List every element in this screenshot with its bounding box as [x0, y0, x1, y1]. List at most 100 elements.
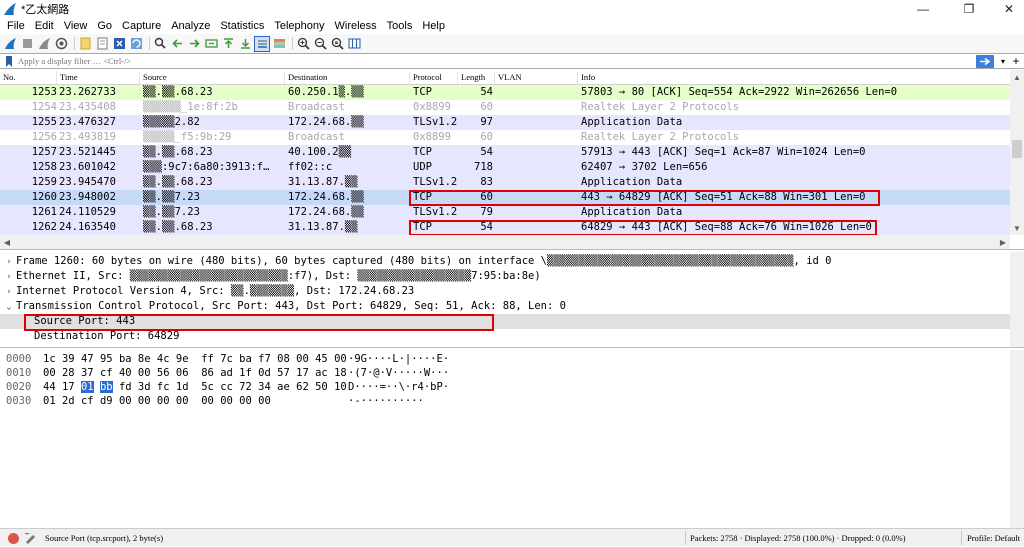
hex-byte[interactable]: 00: [334, 353, 347, 365]
hex-byte[interactable]: 00: [176, 395, 189, 407]
hex-byte[interactable]: 40: [119, 367, 132, 379]
hex-bytes[interactable]: 44 17 01 bb fd 3d fc 1d 5c cc 72 34 ae 6…: [43, 380, 347, 394]
hex-byte[interactable]: 2d: [62, 395, 75, 407]
minimize-button[interactable]: —: [908, 0, 938, 17]
packet-row[interactable]: 1253 23.262733 ▒▒.▒▒.68.23 60.250.1▒.▒▒ TCP 5…: [0, 85, 1010, 100]
go-back-icon[interactable]: [170, 37, 184, 51]
expand-toggle-icon[interactable]: ›: [2, 285, 16, 300]
hex-byte[interactable]: 34: [258, 381, 271, 393]
hex-byte[interactable]: ae: [277, 381, 290, 393]
hex-byte[interactable]: 1c: [43, 353, 56, 365]
hex-byte[interactable]: 4c: [157, 353, 170, 365]
hex-byte[interactable]: 56: [157, 367, 170, 379]
ascii-bytes[interactable]: ·9G····L·|····E·: [348, 352, 449, 366]
hex-byte[interactable]: 00: [220, 395, 233, 407]
expand-toggle-icon[interactable]: ⌄: [2, 300, 16, 315]
hex-byte[interactable]: fd: [119, 381, 132, 393]
edit-comment-icon[interactable]: [24, 532, 36, 544]
hex-byte[interactable]: 17: [62, 381, 75, 393]
hex-byte[interactable]: 10: [334, 381, 347, 393]
hex-byte[interactable]: 95: [100, 353, 113, 365]
hex-byte[interactable]: cf: [100, 367, 113, 379]
scroll-right-icon[interactable]: ▶: [996, 235, 1010, 249]
menu-tools[interactable]: Tools: [382, 20, 418, 32]
packet-list-vertical-scrollbar[interactable]: ▲ ▼: [1010, 70, 1024, 235]
column-header-time[interactable]: Time: [57, 71, 140, 84]
hex-bytes[interactable]: 00 28 37 cf 40 00 56 06 86 ad 1f 0d 57 1…: [43, 366, 347, 380]
find-packet-icon[interactable]: [153, 37, 167, 51]
hex-byte[interactable]: 1d: [176, 381, 189, 393]
close-button[interactable]: ✕: [994, 0, 1024, 17]
hex-byte[interactable]: 1f: [239, 367, 252, 379]
apply-filter-button[interactable]: [976, 54, 994, 68]
column-header-protocol[interactable]: Protocol: [410, 71, 458, 84]
hex-byte[interactable]: 00: [258, 395, 271, 407]
bytes-scrollbar[interactable]: [1010, 350, 1024, 528]
filter-history-dropdown[interactable]: ▾: [996, 55, 1010, 68]
hex-byte[interactable]: cc: [220, 381, 233, 393]
add-filter-button[interactable]: +: [1010, 54, 1022, 68]
bookmark-icon[interactable]: [3, 55, 15, 68]
hex-byte[interactable]: ba: [119, 353, 132, 365]
hex-byte[interactable]: 00: [119, 395, 132, 407]
restore-button[interactable]: ❐: [954, 0, 984, 17]
menu-wireless[interactable]: Wireless: [330, 20, 382, 32]
close-file-icon[interactable]: [112, 37, 126, 51]
menu-view[interactable]: View: [59, 20, 93, 32]
hex-byte[interactable]: 00: [201, 395, 214, 407]
go-forward-icon[interactable]: [187, 37, 201, 51]
hex-byte[interactable]: bb: [99, 381, 113, 393]
detail-protocol-row[interactable]: › Frame 1260: 60 bytes on wire (480 bits)…: [0, 254, 1010, 269]
colorize-icon[interactable]: [272, 37, 286, 51]
hex-byte[interactable]: 62: [296, 381, 309, 393]
hex-byte[interactable]: 17: [296, 367, 309, 379]
menu-capture[interactable]: Capture: [117, 20, 166, 32]
hex-byte[interactable]: 00: [296, 353, 309, 365]
packet-list-horizontal-scrollbar[interactable]: ◀ ▶: [0, 235, 1010, 249]
autoscroll-icon[interactable]: [254, 35, 270, 52]
capture-options-icon[interactable]: [54, 37, 68, 51]
ascii-bytes[interactable]: ·(7·@·V·····W···: [348, 366, 449, 380]
reload-file-icon[interactable]: [129, 37, 143, 51]
ascii-bytes[interactable]: ·-··········: [348, 394, 424, 408]
open-file-icon[interactable]: [78, 37, 92, 51]
hex-byte[interactable]: 01: [80, 381, 94, 393]
scroll-down-icon[interactable]: ▼: [1010, 221, 1024, 235]
hex-byte[interactable]: 39: [62, 353, 75, 365]
restart-capture-icon[interactable]: [37, 37, 51, 51]
hex-byte[interactable]: 00: [157, 395, 170, 407]
hex-byte[interactable]: 28: [62, 367, 75, 379]
hex-byte[interactable]: d9: [100, 395, 113, 407]
profile-status[interactable]: Profile: Default: [967, 529, 1020, 547]
hex-byte[interactable]: fc: [157, 381, 170, 393]
hex-byte[interactable]: 06: [176, 367, 189, 379]
menu-analyze[interactable]: Analyze: [166, 20, 215, 32]
hex-byte[interactable]: 08: [277, 353, 290, 365]
zoom-out-icon[interactable]: [313, 37, 327, 51]
ascii-bytes[interactable]: D····=··\·r4·bP·: [348, 380, 449, 394]
column-header-vlan[interactable]: VLAN: [495, 71, 578, 84]
packet-row[interactable]: 1261 24.110529 ▒▒.▒▒7.23 172.24.68.▒▒ TLSv1.…: [0, 205, 1010, 220]
first-packet-icon[interactable]: [221, 37, 235, 51]
packet-row[interactable]: 1256 23.493819 ▒▒▒▒▒_f5:9b:29 Broadcast 0x88…: [0, 130, 1010, 145]
detail-protocol-row[interactable]: ⌄ Transmission Control Protocol, Src Port…: [0, 299, 1010, 314]
hex-byte[interactable]: f7: [258, 353, 271, 365]
menu-go[interactable]: Go: [92, 20, 117, 32]
scroll-thumb[interactable]: [1012, 140, 1022, 158]
packet-row[interactable]: 1255 23.476327 ▒▒▒▒▒2.82 172.24.68.▒▒ TLSv1.…: [0, 115, 1010, 130]
hex-byte[interactable]: 45: [315, 353, 328, 365]
resize-columns-icon[interactable]: [347, 37, 361, 51]
menu-edit[interactable]: Edit: [30, 20, 59, 32]
last-packet-icon[interactable]: [238, 37, 252, 51]
hex-byte[interactable]: 00: [138, 395, 151, 407]
hex-byte[interactable]: 72: [239, 381, 252, 393]
hex-bytes[interactable]: 1c 39 47 95 ba 8e 4c 9e ff 7c ba f7 08 0…: [43, 352, 347, 366]
hex-byte[interactable]: cf: [81, 395, 94, 407]
column-header-info[interactable]: Info: [578, 71, 1010, 84]
details-scrollbar[interactable]: [1010, 252, 1024, 347]
hex-byte[interactable]: 57: [277, 367, 290, 379]
hex-byte[interactable]: 50: [315, 381, 328, 393]
hex-byte[interactable]: 7c: [220, 353, 233, 365]
expert-info-icon[interactable]: [8, 533, 19, 544]
column-header-destination[interactable]: Destination: [285, 71, 410, 84]
